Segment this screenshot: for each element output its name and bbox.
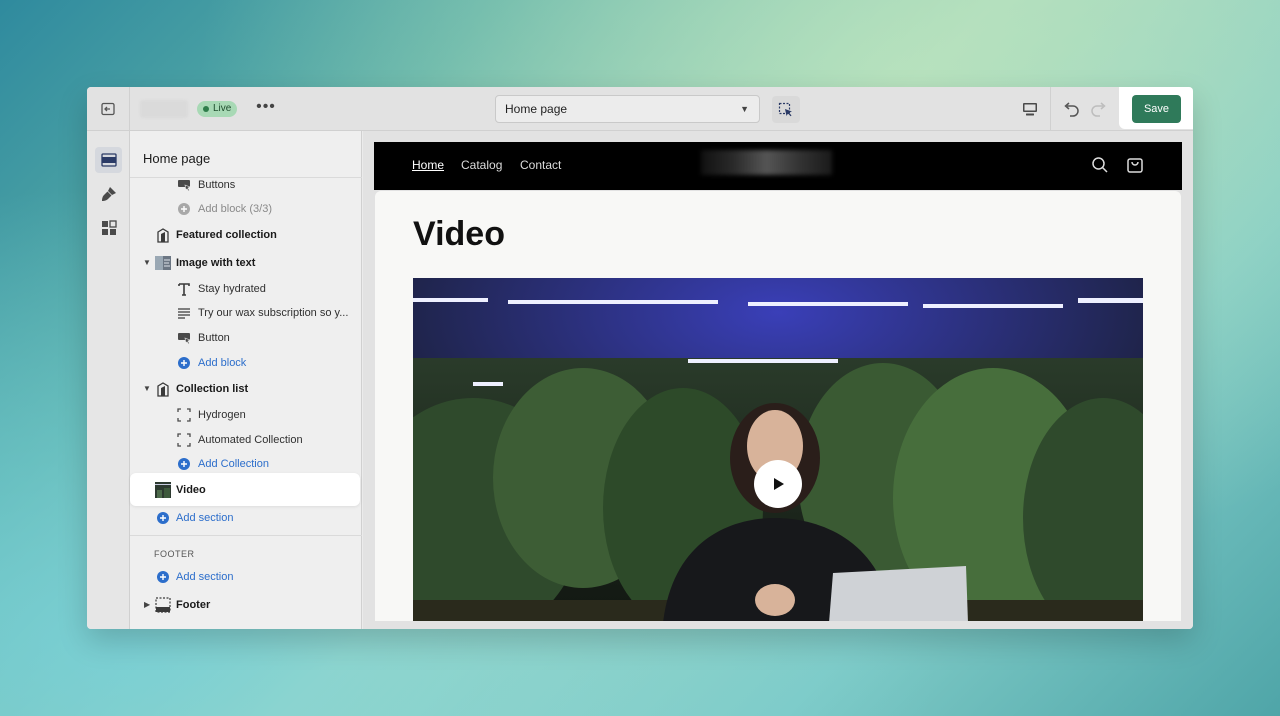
block-item-label: Try our wax subscription so y... bbox=[198, 307, 349, 319]
undo-icon bbox=[1064, 102, 1079, 117]
image-with-text-thumbnail bbox=[155, 256, 171, 270]
sidebar-divider bbox=[130, 535, 362, 536]
block-item-buttons[interactable]: Buttons bbox=[130, 174, 362, 196]
add-section-label: Add section bbox=[176, 512, 234, 524]
add-circle-icon bbox=[178, 458, 190, 470]
cart-icon[interactable] bbox=[1126, 156, 1144, 174]
exit-button[interactable] bbox=[87, 87, 130, 131]
search-icon[interactable] bbox=[1091, 156, 1109, 174]
save-button[interactable]: Save bbox=[1132, 95, 1181, 123]
section-item-label: Footer bbox=[176, 599, 211, 611]
store-name-redacted bbox=[140, 100, 188, 118]
apps-icon bbox=[101, 220, 117, 235]
add-collection-button[interactable]: Add Collection bbox=[130, 453, 362, 475]
block-item-label: Stay hydrated bbox=[198, 283, 266, 295]
add-section-button[interactable]: Add section bbox=[130, 507, 362, 529]
add-circle-icon bbox=[178, 357, 190, 369]
paragraph-icon bbox=[178, 308, 190, 319]
add-block-disabled: Add block (3/3) bbox=[130, 198, 362, 220]
text-heading-icon bbox=[178, 283, 190, 296]
redo-icon bbox=[1091, 102, 1106, 117]
caret-down-icon[interactable]: ▼ bbox=[143, 378, 151, 400]
add-circle-icon bbox=[157, 512, 169, 524]
add-circle-icon bbox=[178, 203, 190, 215]
section-item-featured-collection[interactable]: Featured collection bbox=[130, 224, 362, 246]
add-section-label: Add section bbox=[176, 571, 234, 583]
add-block-label: Add block bbox=[198, 357, 247, 369]
rail-theme-settings-button[interactable] bbox=[95, 181, 122, 207]
nav-link-catalog[interactable]: Catalog bbox=[461, 158, 502, 172]
store-header: Home Catalog Contact bbox=[374, 142, 1182, 190]
section-item-image-with-text[interactable]: ▼ Image with text bbox=[130, 252, 362, 274]
add-block-button[interactable]: Add block bbox=[130, 352, 362, 374]
nav-link-contact[interactable]: Contact bbox=[520, 158, 561, 172]
video-thumbnail bbox=[155, 482, 171, 498]
add-block-label: Add block (3/3) bbox=[198, 203, 272, 215]
video-player[interactable] bbox=[413, 278, 1143, 621]
rail-sections-button[interactable] bbox=[95, 147, 122, 173]
play-icon bbox=[774, 478, 784, 490]
theme-editor-window: Live ••• Home page ▼ Save Home page Butt… bbox=[87, 87, 1193, 629]
storefront-preview: Home Catalog Contact Video bbox=[363, 131, 1193, 629]
section-item-collection-list[interactable]: ▼ Collection list bbox=[130, 378, 362, 400]
nav-link-home[interactable]: Home bbox=[412, 158, 444, 172]
video-section-title: Video bbox=[413, 215, 505, 253]
block-item-label: Buttons bbox=[198, 179, 236, 191]
toolbar-divider bbox=[1050, 87, 1051, 131]
redo-button[interactable] bbox=[1088, 97, 1110, 121]
block-item-label: Automated Collection bbox=[198, 434, 303, 446]
footer-icon bbox=[155, 597, 171, 613]
collection-block-icon bbox=[177, 433, 191, 447]
paintbrush-icon bbox=[101, 187, 116, 201]
video-section: Video bbox=[375, 191, 1181, 621]
video-poster bbox=[413, 278, 1143, 621]
add-collection-label: Add Collection bbox=[198, 458, 269, 470]
section-item-label: Collection list bbox=[176, 383, 249, 395]
chevron-down-icon: ▼ bbox=[740, 104, 749, 114]
icon-rail bbox=[87, 131, 130, 629]
block-item-label: Button bbox=[198, 332, 230, 344]
monitor-icon bbox=[1023, 102, 1037, 115]
button-block-icon bbox=[178, 333, 191, 345]
exit-icon bbox=[101, 102, 115, 116]
inspector-toggle-button[interactable] bbox=[772, 96, 800, 123]
section-item-label: Featured collection bbox=[176, 229, 277, 241]
play-button[interactable] bbox=[754, 460, 802, 508]
undo-button[interactable] bbox=[1060, 97, 1082, 121]
collection-icon bbox=[157, 382, 169, 397]
page-selector[interactable]: Home page ▼ bbox=[495, 95, 760, 123]
button-block-icon bbox=[178, 180, 191, 192]
sections-icon bbox=[100, 153, 117, 167]
section-item-label: Image with text bbox=[176, 257, 256, 269]
block-item-hydrogen[interactable]: Hydrogen bbox=[130, 404, 362, 426]
caret-down-icon[interactable]: ▼ bbox=[143, 252, 151, 274]
section-item-footer[interactable]: ▶ Footer bbox=[130, 594, 362, 616]
page-selector-value: Home page bbox=[505, 102, 568, 116]
collection-icon bbox=[157, 228, 169, 243]
footer-add-section-button[interactable]: Add section bbox=[130, 566, 362, 588]
footer-group-heading: FOOTER bbox=[154, 549, 195, 559]
save-highlight: Save bbox=[1119, 87, 1193, 129]
block-item-label: Hydrogen bbox=[198, 409, 246, 421]
more-actions-button[interactable]: ••• bbox=[255, 98, 277, 120]
block-item-heading[interactable]: Stay hydrated bbox=[130, 278, 362, 300]
section-item-label: Video bbox=[176, 484, 206, 496]
sidebar-title: Home page bbox=[143, 151, 211, 166]
caret-right-icon[interactable]: ▶ bbox=[144, 594, 150, 616]
rail-apps-button[interactable] bbox=[95, 215, 122, 241]
block-item-text[interactable]: Try our wax subscription so y... bbox=[130, 302, 362, 324]
desktop-preview-button[interactable] bbox=[1017, 97, 1043, 121]
section-item-video[interactable]: Video bbox=[130, 479, 360, 501]
block-item-button[interactable]: Button bbox=[130, 327, 362, 349]
add-circle-icon bbox=[157, 571, 169, 583]
store-logo-redacted bbox=[701, 150, 832, 175]
select-cursor-icon bbox=[778, 102, 792, 116]
status-badge: Live bbox=[197, 101, 238, 117]
collection-block-icon bbox=[177, 408, 191, 422]
block-item-automated-collection[interactable]: Automated Collection bbox=[130, 429, 362, 451]
top-bar: Live ••• Home page ▼ Save bbox=[87, 87, 1193, 131]
